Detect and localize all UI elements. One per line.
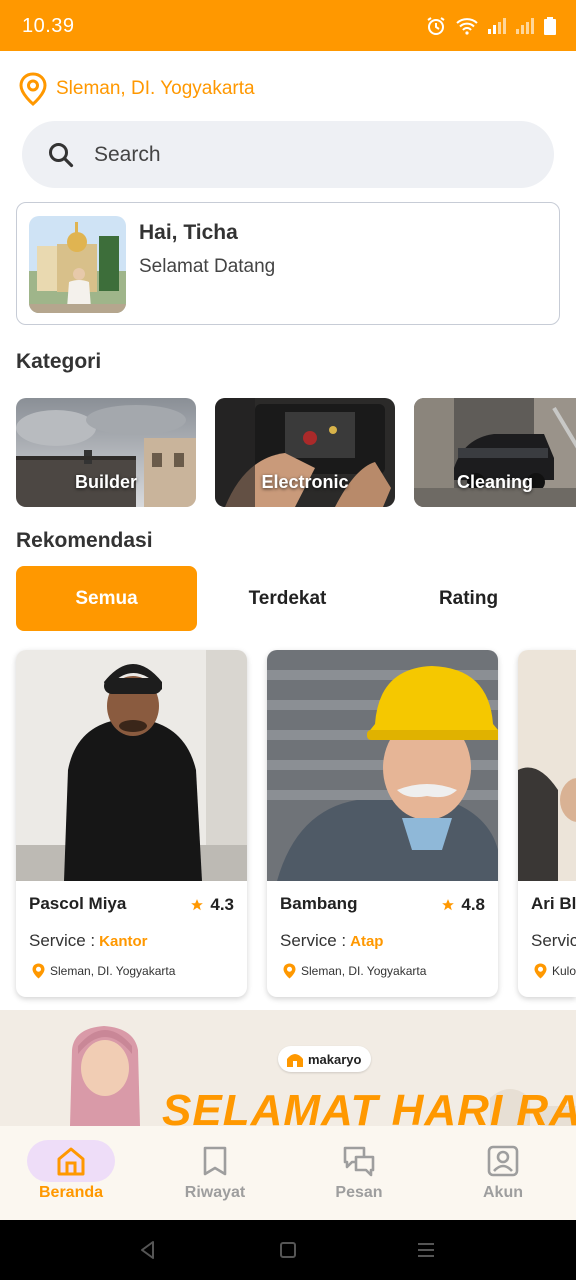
worker-service-label: Servic — [531, 931, 576, 950]
bookmark-icon — [203, 1146, 227, 1176]
status-icons — [426, 16, 556, 36]
worker-name: Pascol Miya — [29, 894, 127, 913]
worker-photo — [518, 650, 576, 881]
system-navigation-bar — [0, 1220, 576, 1280]
worker-photo — [267, 650, 498, 881]
home-square-icon[interactable] — [279, 1241, 297, 1259]
brand-name: makaryo — [308, 1051, 362, 1067]
promo-banner[interactable]: makaryo SELAMAT HARI RAYA — [0, 1010, 576, 1126]
nav-akun[interactable]: Akun — [448, 1140, 558, 1210]
avatar[interactable] — [29, 216, 126, 313]
worker-service-value: Kantor — [99, 933, 148, 950]
worker-card[interactable]: Bambang 4.8 Service : Atap Sleman, DI. Yo… — [267, 650, 498, 997]
location-pin-icon — [283, 963, 296, 979]
wifi-icon — [456, 18, 478, 35]
worker-card[interactable]: Ari Bl Servic Kulo — [518, 650, 576, 997]
star-icon — [442, 899, 455, 911]
worker-location: Kulo — [533, 962, 576, 980]
back-icon[interactable] — [138, 1240, 158, 1260]
location-pin-icon — [534, 963, 547, 979]
nav-label: Riwayat — [184, 1184, 246, 1201]
worker-service-label: Service : — [29, 931, 96, 950]
worker-rating: 4.3 — [190, 895, 234, 915]
alarm-icon — [427, 17, 445, 35]
status-time: 10.39 — [22, 15, 75, 37]
category-builder[interactable]: Builder — [16, 398, 196, 507]
chat-icon — [343, 1146, 375, 1177]
tab-rating[interactable]: Rating — [378, 566, 559, 631]
menu-icon[interactable] — [417, 1241, 435, 1259]
location-pin-icon — [32, 963, 45, 979]
search-bar[interactable]: Search — [22, 121, 554, 188]
nav-riwayat[interactable]: Riwayat — [160, 1140, 270, 1210]
nav-beranda[interactable]: Beranda — [16, 1140, 126, 1210]
battery-icon — [544, 17, 556, 35]
category-label: Builder — [74, 472, 137, 492]
category-label: Cleaning — [456, 472, 533, 492]
worker-location-text: Sleman, DI. Yogyakarta — [301, 964, 427, 978]
worker-location-text: Kulo — [552, 964, 576, 978]
nav-label: Pesan — [335, 1184, 383, 1201]
greeting-card: Hai, Ticha Selamat Datang — [16, 202, 560, 325]
signal-icon — [516, 18, 534, 34]
worker-location-text: Sleman, DI. Yogyakarta — [50, 964, 176, 978]
bottom-navigation: Beranda Riwayat Pesan Akun — [0, 1126, 576, 1220]
worker-service: Servic — [531, 931, 576, 951]
worker-service-value: Atap — [350, 933, 384, 950]
tab-semua[interactable]: Semua — [16, 566, 197, 631]
brand-logo-icon — [287, 1054, 303, 1067]
status-bar: 10.39 — [0, 0, 576, 51]
nav-pesan[interactable]: Pesan — [304, 1140, 414, 1210]
category-label: Electronic — [261, 472, 349, 492]
greeting-title: Hai, Ticha — [139, 221, 238, 244]
worker-rating: 4.8 — [441, 895, 485, 915]
account-icon — [487, 1145, 519, 1177]
worker-service: Service : Kantor — [29, 931, 147, 951]
worker-photo — [16, 650, 247, 881]
category-electronic[interactable]: Electronic — [215, 398, 395, 507]
worker-service-label: Service : — [280, 931, 347, 950]
nav-label: Akun — [483, 1184, 523, 1201]
star-icon — [191, 899, 204, 911]
tab-terdekat[interactable]: Terdekat — [197, 566, 378, 631]
worker-name: Bambang — [280, 894, 358, 913]
signal-icon — [488, 18, 506, 34]
current-location[interactable]: Sleman, DI. Yogyakarta — [18, 72, 255, 106]
location-pin-icon — [19, 72, 47, 106]
home-icon — [57, 1147, 85, 1176]
banner-headline: SELAMAT HARI RAYA — [162, 1086, 576, 1126]
search-input[interactable]: Search — [94, 143, 161, 167]
greeting-subtitle: Selamat Datang — [139, 256, 276, 277]
worker-name: Ari Bl — [531, 894, 576, 913]
worker-rating-value: 4.3 — [210, 895, 234, 914]
worker-rating-value: 4.8 — [461, 895, 485, 914]
worker-location: Sleman, DI. Yogyakarta — [31, 962, 175, 980]
category-cleaning[interactable]: Cleaning — [414, 398, 576, 507]
worker-card[interactable]: Pascol Miya 4.3 Service : Kantor Sleman, … — [16, 650, 247, 997]
worker-location: Sleman, DI. Yogyakarta — [282, 962, 426, 980]
search-icon — [49, 142, 74, 167]
section-title-kategori: Kategori — [16, 350, 102, 373]
worker-service: Service : Atap — [280, 931, 383, 951]
section-title-rekomendasi: Rekomendasi — [16, 529, 153, 552]
brand-badge: makaryo — [278, 1046, 372, 1072]
nav-label: Beranda — [38, 1184, 104, 1201]
location-text: Sleman, DI. Yogyakarta — [56, 78, 255, 99]
